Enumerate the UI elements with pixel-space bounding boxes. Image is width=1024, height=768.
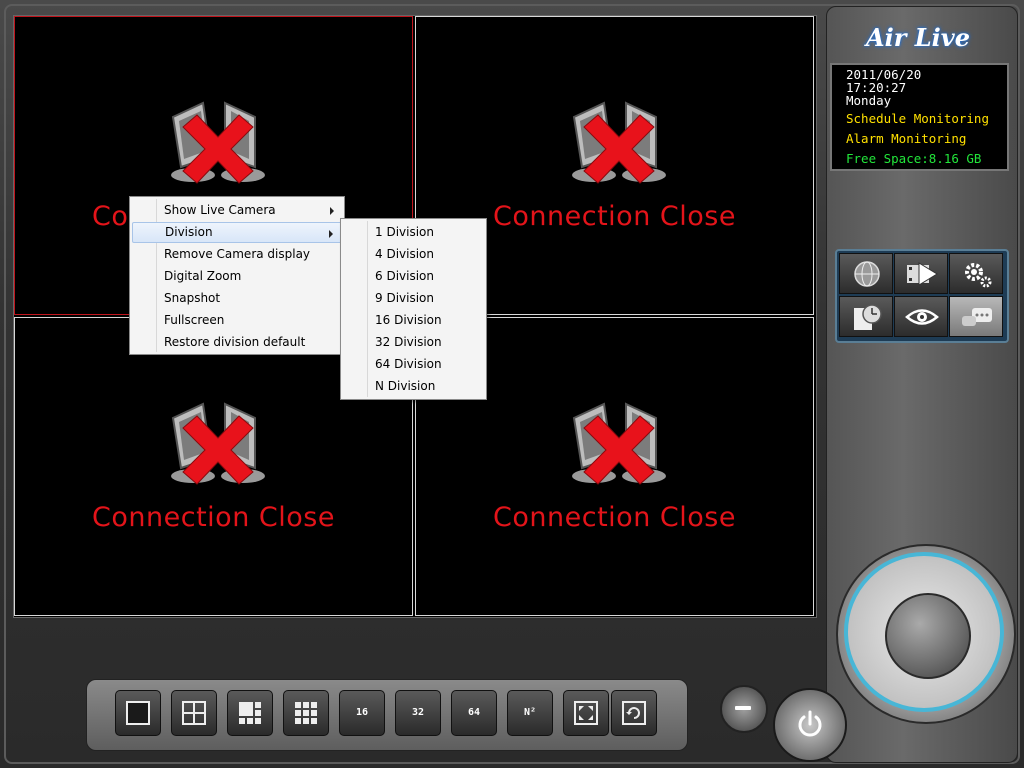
- menu-item-snapshot[interactable]: Snapshot: [132, 288, 342, 309]
- camera-status-text: Connection Close: [493, 502, 736, 533]
- eye-icon: [905, 309, 939, 325]
- auto-rotate-icon: [622, 701, 646, 725]
- globe-icon: [854, 261, 880, 287]
- division-option-16[interactable]: 16 Division: [343, 309, 484, 331]
- chat-icon: [962, 308, 992, 326]
- disconnected-camera-icon: [171, 101, 265, 184]
- layout-6-icon: [239, 702, 261, 724]
- schedule-button[interactable]: [839, 296, 893, 337]
- function-button-grid: [835, 249, 1009, 343]
- layout-n-button[interactable]: N²: [507, 690, 553, 736]
- live-view-button[interactable]: [894, 296, 948, 337]
- playback-button[interactable]: [894, 253, 948, 294]
- disconnected-camera-icon: [572, 402, 666, 485]
- camera-status-text: Connection Close: [92, 502, 335, 533]
- globe-button[interactable]: [839, 253, 893, 294]
- layout-4-icon: [182, 701, 206, 725]
- division-option-n[interactable]: N Division: [343, 375, 484, 397]
- layout-64-icon: 64: [467, 707, 481, 718]
- layout-4-button[interactable]: [171, 690, 217, 736]
- menu-item-label: Show Live Camera: [164, 203, 276, 217]
- division-option-6[interactable]: 6 Division: [343, 265, 484, 287]
- division-submenu: 1 Division 4 Division 6 Division 9 Divis…: [340, 218, 487, 400]
- division-option-1[interactable]: 1 Division: [343, 221, 484, 243]
- auto-rotate-button[interactable]: [611, 690, 657, 736]
- layout-16-button[interactable]: 16: [339, 690, 385, 736]
- weekday-readout: Monday: [846, 93, 892, 108]
- layout-6-button[interactable]: [227, 690, 273, 736]
- disconnected-camera-icon: [171, 402, 265, 485]
- layout-1-icon: [126, 701, 150, 725]
- zoom-out-button[interactable]: [720, 685, 768, 733]
- fullscreen-icon: [574, 701, 598, 725]
- status-info-box: 2011/06/20 17:20:27 Monday Schedule Moni…: [830, 63, 1009, 171]
- menu-item-show-live-camera[interactable]: Show Live Camera: [132, 200, 342, 221]
- settings-icon: [965, 263, 992, 288]
- schedule-clock-icon: [854, 304, 882, 330]
- division-option-32[interactable]: 32 Division: [343, 331, 484, 353]
- menu-item-label: Division: [165, 225, 213, 239]
- free-space-readout: Free Space:8.16 GB: [846, 151, 982, 166]
- camera-context-menu: Show Live Camera Division Remove Camera …: [129, 196, 345, 355]
- submenu-arrow-icon: [329, 230, 333, 238]
- menu-item-remove-camera-display[interactable]: Remove Camera display: [132, 244, 342, 265]
- layout-32-button[interactable]: 32: [395, 690, 441, 736]
- layout-9-button[interactable]: [283, 690, 329, 736]
- layout-16-icon: 16: [355, 707, 369, 718]
- layout-32-icon: 32: [411, 707, 425, 718]
- menu-item-digital-zoom[interactable]: Digital Zoom: [132, 266, 342, 287]
- power-icon: [798, 710, 822, 737]
- fullscreen-button[interactable]: [563, 690, 609, 736]
- layout-9-icon: [295, 702, 317, 724]
- menu-item-fullscreen[interactable]: Fullscreen: [132, 310, 342, 331]
- ptz-dial[interactable]: [836, 544, 1016, 724]
- settings-button[interactable]: [949, 253, 1003, 294]
- power-button[interactable]: [773, 688, 847, 762]
- submenu-arrow-icon: [330, 207, 334, 215]
- schedule-monitoring-status: Schedule Monitoring: [846, 111, 989, 126]
- disconnected-camera-icon: [572, 101, 666, 184]
- layout-1-button[interactable]: [115, 690, 161, 736]
- message-button[interactable]: [949, 296, 1003, 337]
- ptz-center-button[interactable]: [885, 593, 971, 679]
- division-option-9[interactable]: 9 Division: [343, 287, 484, 309]
- brand-logo: Air Live: [866, 23, 970, 52]
- menu-item-restore-division-default[interactable]: Restore division default: [132, 332, 342, 353]
- layout-n-icon: N²: [523, 707, 537, 718]
- division-option-4[interactable]: 4 Division: [343, 243, 484, 265]
- layout-64-button[interactable]: 64: [451, 690, 497, 736]
- alarm-monitoring-status: Alarm Monitoring: [846, 131, 967, 146]
- playback-icon: [907, 262, 938, 286]
- layout-toolbar: 16 32 64 N²: [86, 679, 688, 751]
- menu-item-division[interactable]: Division: [132, 222, 342, 243]
- division-option-64[interactable]: 64 Division: [343, 353, 484, 375]
